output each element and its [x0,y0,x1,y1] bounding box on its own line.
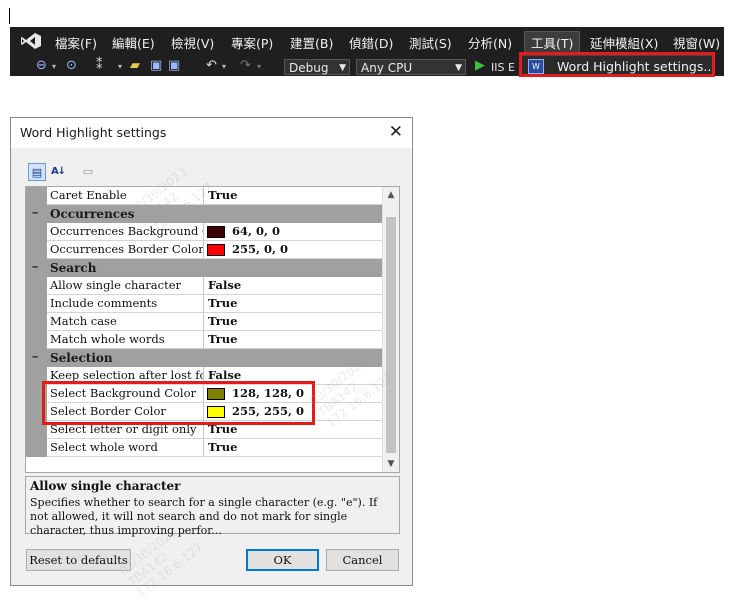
platform-combo[interactable]: Any CPU ▼ [356,59,466,75]
forward-icon[interactable]: ⊙ [66,58,77,73]
color-swatch [207,226,225,238]
collapse-icon[interactable]: − [32,262,38,273]
run-target-label[interactable]: IIS E [491,61,515,74]
property-name: Allow single character [47,277,204,295]
collapse-icon[interactable]: − [32,208,38,219]
row-gutter [26,331,47,349]
cancel-button[interactable]: Cancel [326,549,399,571]
chevron-down-icon: ▼ [339,63,346,73]
menu-file[interactable]: 檔案(F) [55,33,97,52]
menu-project[interactable]: 專案(P) [231,33,273,52]
text-cursor [9,8,10,24]
property-value[interactable]: 255, 0, 0 [204,241,384,259]
save-icon[interactable]: ▣ [150,58,162,73]
scroll-thumb[interactable] [386,217,396,453]
row-gutter [26,439,47,457]
row-gutter [26,313,47,331]
property-row[interactable]: Include comments True [26,295,384,313]
property-row[interactable]: Caret Enable True [26,187,384,205]
property-name: Include comments [47,295,204,313]
property-grid[interactable]: Caret Enable True − Occurrences Occurrences … [25,186,400,473]
property-name: Caret Enable [47,187,204,205]
grid-scrollbar[interactable]: ▲ ▼ [382,187,399,472]
menu-bar: 檔案(F) 編輯(E) 檢視(V) 專案(P) 建置(B) 偵錯(D) 測試(S… [10,27,724,55]
dialog-titlebar: Word Highlight settings ✕ [11,118,412,148]
color-value: 255, 0, 0 [232,242,289,256]
property-row[interactable]: Occurrences Border Color 255, 0, 0 [26,241,384,259]
category-label: Selection [50,351,113,365]
property-row[interactable]: Match whole words True [26,331,384,349]
menu-tools[interactable]: 工具(T) [524,31,581,54]
property-value[interactable]: False [204,277,384,295]
platform-value: Any CPU [361,61,413,75]
open-folder-icon[interactable]: ▰ [130,58,140,73]
category-label: Search [50,261,97,275]
scroll-up-icon[interactable]: ▲ [383,187,399,203]
row-gutter [26,295,47,313]
row-gutter [26,223,47,241]
property-pages-icon[interactable]: ▭ [79,163,97,181]
reset-defaults-button[interactable]: Reset to defaults [26,549,131,571]
row-gutter [26,277,47,295]
menu-view[interactable]: 檢視(V) [171,33,214,52]
annotation-highlight-menu [519,52,715,77]
annotation-highlight-selection-colors [42,381,315,425]
new-project-icon[interactable]: ⁑ [96,58,103,73]
categorized-view-icon[interactable]: ▤ [28,163,46,181]
menu-test[interactable]: 測試(S) [409,33,452,52]
undo-icon[interactable]: ↶ [206,58,217,73]
visual-studio-logo-icon [21,33,41,49]
description-title: Allow single character [30,479,181,493]
menu-extensions[interactable]: 延伸模組(X) [590,33,658,52]
category-row[interactable]: − Search [26,259,384,277]
category-label: Occurrences [50,207,135,221]
alphabetical-sort-icon[interactable]: A↓ [49,163,67,181]
property-value[interactable]: True [204,439,384,457]
property-name: Select whole word [47,439,204,457]
redo-dropdown-icon[interactable]: ▾ [257,62,261,71]
property-value[interactable]: True [204,187,384,205]
config-value: Debug [289,61,329,75]
row-gutter [26,187,47,205]
category-row[interactable]: − Occurrences [26,205,384,223]
property-name: Match case [47,313,204,331]
menu-debug[interactable]: 偵錯(D) [349,33,393,52]
property-name: Occurrences Border Color [47,241,204,259]
property-name: Occurrences Background Color [47,223,204,241]
menu-window[interactable]: 視窗(W) [673,33,720,52]
property-value[interactable]: True [204,331,384,349]
color-value: 64, 0, 0 [232,224,281,238]
dialog-title: Word Highlight settings [20,125,167,140]
start-icon[interactable]: ▶ [475,58,485,73]
back-icon[interactable]: ⊖ [36,58,47,73]
undo-dropdown-icon[interactable]: ▾ [222,62,226,71]
new-dropdown-icon[interactable]: ▾ [118,62,122,71]
property-value[interactable]: True [204,295,384,313]
property-value[interactable]: 64, 0, 0 [204,223,384,241]
solution-config-combo[interactable]: Debug ▼ [284,59,350,75]
ok-button[interactable]: OK [246,549,319,571]
collapse-icon[interactable]: − [32,352,38,363]
row-gutter [26,241,47,259]
save-all-icon[interactable]: ▣ [168,58,180,73]
property-name: Match whole words [47,331,204,349]
property-row[interactable]: Occurrences Background Color 64, 0, 0 [26,223,384,241]
description-text: Specifies whether to search for a single… [30,496,378,537]
property-value[interactable]: True [204,313,384,331]
category-row[interactable]: − Selection [26,349,384,367]
menu-analyze[interactable]: 分析(N) [468,33,512,52]
description-panel: Allow single character Specifies whether… [25,476,400,537]
redo-icon[interactable]: ↷ [240,58,251,73]
menu-edit[interactable]: 編輯(E) [112,33,155,52]
property-row[interactable]: Allow single character False [26,277,384,295]
close-icon[interactable]: ✕ [389,122,403,142]
color-swatch [207,244,225,256]
scroll-down-icon[interactable]: ▼ [383,456,399,472]
chevron-down-icon: ▼ [455,63,462,73]
property-row[interactable]: Match case True [26,313,384,331]
word-highlight-dialog: Word Highlight settings ✕ ▤ A↓ ▭ Caret E… [10,117,413,600]
menu-build[interactable]: 建置(B) [290,33,333,52]
property-row[interactable]: Select whole word True [26,439,384,457]
back-dropdown-icon[interactable]: ▾ [52,62,56,71]
